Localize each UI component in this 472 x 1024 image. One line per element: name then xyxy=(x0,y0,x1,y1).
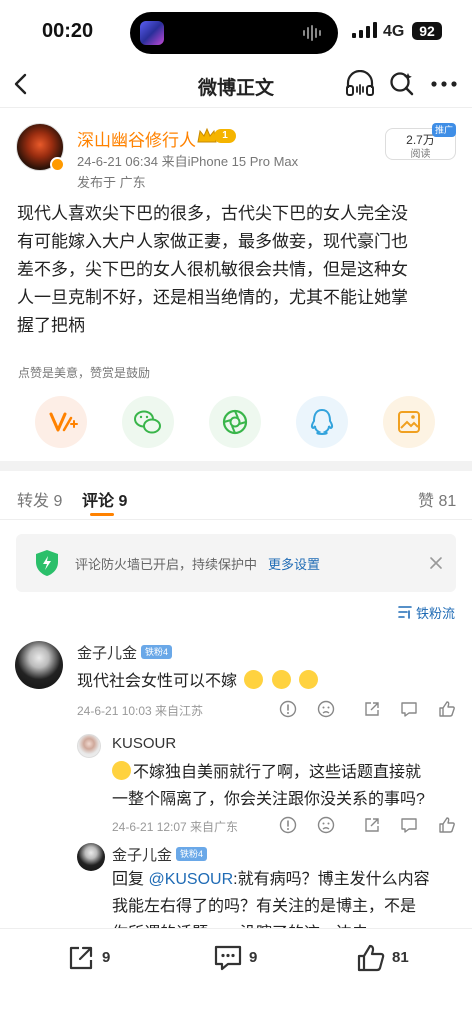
like-icon[interactable] xyxy=(438,700,456,718)
comment-icon[interactable] xyxy=(400,700,418,718)
bottom-like-button[interactable]: 81 xyxy=(356,943,436,975)
commenter-name[interactable]: KUSOUR xyxy=(112,735,176,752)
moments-share-button[interactable] xyxy=(209,396,261,448)
comment-icon[interactable] xyxy=(400,816,418,834)
post-line: 人一旦克制不好，还是相当绝情的，尤其不能让她掌 xyxy=(17,288,408,307)
comment-count: 9 xyxy=(249,949,258,966)
commenter-avatar[interactable] xyxy=(15,641,63,689)
sort-label: 铁粉流 xyxy=(416,606,456,621)
sort-icon xyxy=(398,606,412,619)
sort-button[interactable]: 铁粉流 xyxy=(398,603,458,621)
more-icon[interactable] xyxy=(430,75,458,93)
fan-badge: 铁粉4 xyxy=(141,645,173,659)
save-image-button[interactable] xyxy=(383,396,435,448)
search-icon[interactable] xyxy=(388,70,416,98)
dislike-icon[interactable] xyxy=(317,700,335,718)
tab-repost[interactable]: 转发 9 xyxy=(17,487,62,511)
comment-text: 现代社会女性可以不嫁 xyxy=(77,673,238,690)
report-icon[interactable] xyxy=(279,816,297,834)
promo-tag: 推广 xyxy=(432,123,457,137)
tabs-divider xyxy=(0,519,472,520)
reward-button[interactable] xyxy=(35,396,87,448)
reply-prefix: 回复 xyxy=(112,871,149,888)
report-icon[interactable] xyxy=(279,700,297,718)
firewall-text: 评论防火墙已开启，持续保护中 xyxy=(75,557,258,572)
reward-hint: 点赞是美意，赞赏是鼓励 xyxy=(18,366,151,380)
emoji-icon xyxy=(244,670,264,689)
bottom-bar: 9 9 81 xyxy=(0,928,472,1024)
level-badge: 1 xyxy=(196,127,238,145)
bottom-repost-button[interactable]: 9 xyxy=(66,943,136,975)
nav-divider xyxy=(0,107,472,108)
post-line: 差不多，尖下巴的女人很机敏很会共情，但是这种女 xyxy=(17,260,408,279)
firewall-banner: 评论防火墙已开启，持续保护中 更多设置 xyxy=(16,534,456,592)
repost-icon xyxy=(69,946,93,970)
listen-icon[interactable] xyxy=(344,70,376,98)
emoji-icon xyxy=(299,670,319,689)
level-number: 1 xyxy=(214,129,236,143)
comment-line: 不嫁独自美丽就行了啊，这些话题直接就 xyxy=(133,764,422,781)
comment-meta: 24-6-21 10:03 来自江苏 xyxy=(77,704,204,718)
mention-link[interactable]: @KUSOUR xyxy=(148,871,233,888)
qq-share-button[interactable] xyxy=(296,396,348,448)
battery-icon: 92 xyxy=(412,22,442,40)
comment-line: 我能左右得了的吗？有关注的是博主，不是 xyxy=(112,898,417,915)
fan-badge: 铁粉4 xyxy=(176,847,208,861)
commenter-name[interactable]: 金子儿金 xyxy=(77,642,137,663)
comment-line: :就有病吗？博主发什么内容 xyxy=(233,871,430,888)
comment-meta: 24-6-21 12:07 来自广东 xyxy=(112,820,239,834)
emoji-icon xyxy=(112,761,131,780)
status-time: 00:20 xyxy=(42,20,94,42)
like-icon[interactable] xyxy=(438,816,456,834)
network-label: 4G xyxy=(383,23,405,40)
share-icon[interactable] xyxy=(363,816,381,834)
post-line: 现代人喜欢尖下巴的很多，古代尖下巴的女人完全没 xyxy=(17,204,408,223)
dislike-icon[interactable] xyxy=(317,816,335,834)
battery-level: 92 xyxy=(419,23,435,39)
post-location: 发布于 广东 xyxy=(77,175,146,190)
share-icon[interactable] xyxy=(363,700,381,718)
close-icon[interactable] xyxy=(428,555,444,571)
verified-icon xyxy=(50,157,65,172)
app-icon xyxy=(140,21,164,45)
like-count: 81 xyxy=(392,949,409,966)
comment-bubble-icon xyxy=(214,945,242,971)
repost-count: 9 xyxy=(102,949,111,966)
tab-comments[interactable]: 评论 9 xyxy=(82,487,127,511)
bottom-comment-button[interactable]: 9 xyxy=(213,943,283,975)
commenter-avatar[interactable] xyxy=(77,734,101,758)
signal-icon xyxy=(352,22,378,40)
firewall-settings-link[interactable]: 更多设置 xyxy=(268,554,320,573)
comment-line: 一整个隔离了，你会关注跟你没关系的事吗? xyxy=(112,791,425,808)
post-body: 现代人喜欢尖下巴的很多，古代尖下巴的女人完全没 有可能嫁入大户人家做正妻，最多做… xyxy=(17,200,463,340)
tab-likes[interactable]: 赞 81 xyxy=(418,487,456,511)
emoji-icon xyxy=(271,670,291,689)
wechat-share-button[interactable] xyxy=(122,396,174,448)
comment-text-row: 现代社会女性可以不嫁 xyxy=(77,667,319,690)
read-label: 阅读 xyxy=(410,149,431,160)
post-line: 握了把柄 xyxy=(17,316,85,335)
post-line: 有可能嫁入大户人家做正妻，最多做妾，现代豪门也 xyxy=(17,232,408,251)
author-name[interactable]: 深山幽谷修行人 xyxy=(77,126,196,151)
commenter-name[interactable]: 金子儿金 xyxy=(112,844,172,865)
comment-text: 不嫁独自美丽就行了啊，这些话题直接就 一整个隔离了，你会关注跟你没关系的事吗? xyxy=(112,759,425,813)
commenter-avatar[interactable] xyxy=(77,843,105,871)
tab-indicator xyxy=(90,513,114,516)
author-avatar[interactable] xyxy=(16,123,65,172)
post-meta: 24-6-21 06:34 来自iPhone 15 Pro Max xyxy=(77,154,299,169)
thumbs-up-icon xyxy=(357,944,385,972)
section-divider xyxy=(0,461,472,471)
audio-wave-icon xyxy=(302,25,324,41)
dynamic-island xyxy=(130,12,338,54)
shield-icon xyxy=(32,548,62,578)
